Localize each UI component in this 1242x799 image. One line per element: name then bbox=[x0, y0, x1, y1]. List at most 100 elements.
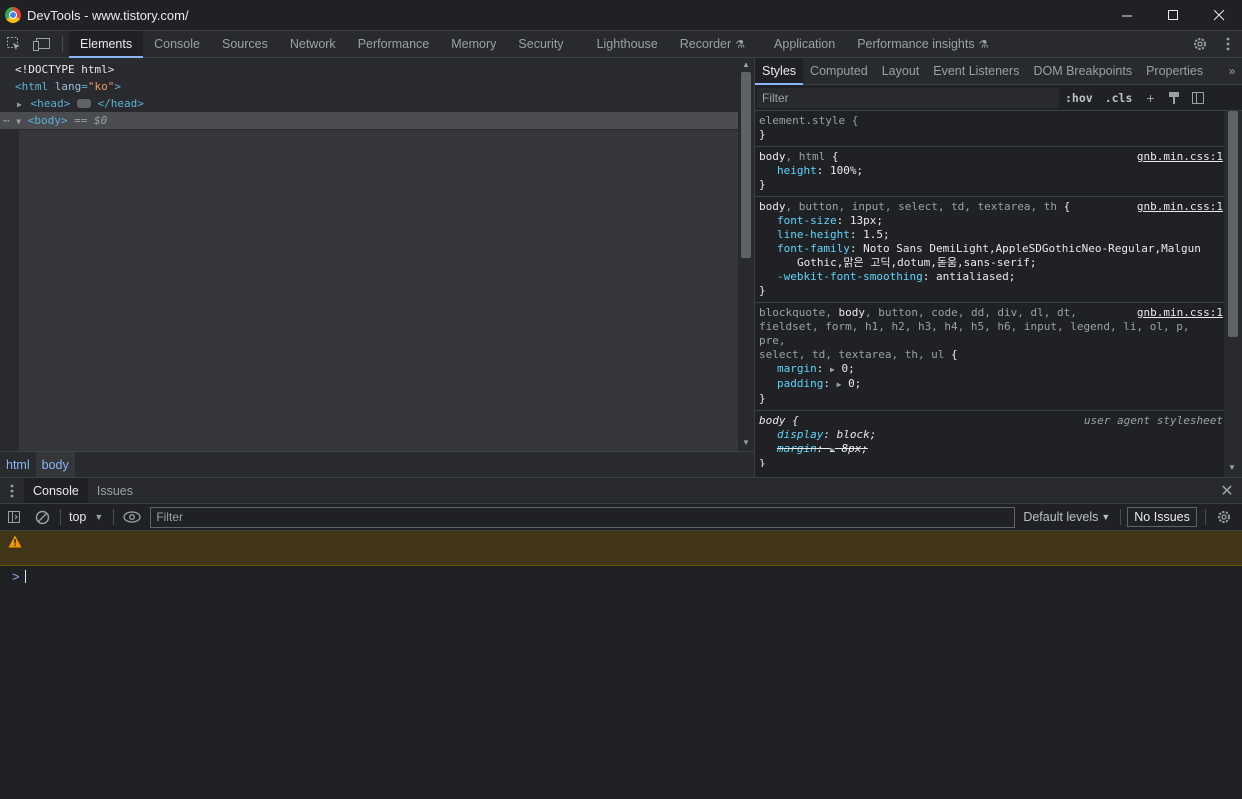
property-name[interactable]: line-height bbox=[777, 228, 850, 241]
new-style-rule-button[interactable]: + bbox=[1138, 90, 1162, 106]
context-selector[interactable]: top ▼ bbox=[65, 510, 109, 524]
more-dots-icon[interactable]: ⋯ bbox=[3, 114, 10, 127]
styles-scrollbar[interactable]: ▼ bbox=[1224, 111, 1242, 477]
hover-state-toggle[interactable]: :hov bbox=[1059, 91, 1099, 105]
styles-filter-input[interactable] bbox=[757, 87, 1059, 108]
drawer-menu-button[interactable] bbox=[0, 478, 24, 503]
rule-source-link[interactable]: gnb.min.css:1 bbox=[1137, 306, 1223, 320]
tab-styles[interactable]: Styles bbox=[755, 58, 804, 85]
scroll-down-icon[interactable]: ▼ bbox=[1228, 463, 1236, 472]
show-sidebar-button[interactable] bbox=[0, 510, 28, 524]
expand-shorthand-icon[interactable]: ▶ bbox=[837, 380, 842, 389]
expand-triangle-icon[interactable]: ▶ bbox=[17, 100, 22, 109]
breadcrumb-html[interactable]: html bbox=[0, 452, 36, 477]
collapsed-ellipsis-icon[interactable] bbox=[76, 98, 91, 108]
property-name[interactable]: margin bbox=[777, 442, 817, 455]
property-name[interactable]: margin bbox=[777, 362, 817, 375]
tab-network[interactable]: Network bbox=[279, 31, 347, 57]
dom-html-line[interactable]: <html lang="ko"> bbox=[0, 78, 738, 95]
css-property[interactable]: height: 100%; bbox=[759, 164, 1221, 178]
css-property[interactable]: display: block; bbox=[759, 428, 1221, 442]
css-property[interactable]: font-family: Noto Sans DemiLight,AppleSD… bbox=[759, 242, 1221, 256]
rule-source-link[interactable]: gnb.min.css:1 bbox=[1137, 200, 1223, 214]
computed-sidebar-toggle[interactable] bbox=[1186, 91, 1210, 105]
tab-memory[interactable]: Memory bbox=[440, 31, 507, 57]
property-name[interactable]: font-size bbox=[777, 214, 837, 227]
console-settings-button[interactable] bbox=[1210, 509, 1238, 525]
collapse-triangle-icon[interactable]: ▼ bbox=[16, 117, 21, 126]
console-input-area[interactable]: > bbox=[0, 566, 1242, 799]
console-warning-message[interactable] bbox=[0, 531, 1242, 566]
tab-performance-insights[interactable]: Performance insights ⚗ bbox=[846, 31, 999, 57]
close-window-button[interactable] bbox=[1196, 0, 1242, 31]
property-value[interactable]: 13px; bbox=[850, 214, 883, 227]
drawer-tab-issues[interactable]: Issues bbox=[88, 478, 142, 503]
device-toolbar-button[interactable] bbox=[28, 31, 56, 57]
console-filter-input[interactable] bbox=[150, 506, 1016, 528]
tab-security[interactable]: Security bbox=[507, 31, 585, 57]
tab-computed[interactable]: Computed bbox=[803, 58, 875, 84]
tab-application[interactable]: Application bbox=[756, 31, 846, 57]
tab-performance[interactable]: Performance bbox=[347, 31, 441, 57]
style-rule-user-agent[interactable]: user agent stylesheet body { display: bl… bbox=[755, 411, 1225, 467]
expand-shorthand-icon[interactable]: ▶ bbox=[830, 365, 835, 374]
scroll-up-icon[interactable]: ▲ bbox=[742, 60, 750, 69]
class-toggle[interactable]: .cls bbox=[1099, 91, 1139, 105]
live-expression-button[interactable] bbox=[118, 511, 146, 523]
tab-dom-breakpoints[interactable]: DOM Breakpoints bbox=[1026, 58, 1139, 84]
style-rule[interactable]: gnb.min.css:1 body, button, input, selec… bbox=[755, 197, 1225, 303]
css-property[interactable]: line-height: 1.5; bbox=[759, 228, 1221, 242]
dom-doctype-line[interactable]: <!DOCTYPE html> bbox=[0, 61, 738, 78]
issues-button[interactable]: No Issues bbox=[1127, 507, 1197, 527]
close-drawer-button[interactable]: ✕ bbox=[1212, 478, 1242, 503]
expand-shorthand-icon[interactable]: ▶ bbox=[830, 445, 835, 454]
scroll-down-icon[interactable]: ▼ bbox=[742, 438, 750, 447]
property-value[interactable]: Noto Sans DemiLight,AppleSDGothicNeo-Reg… bbox=[863, 242, 1201, 255]
property-value[interactable]: 1.5; bbox=[863, 228, 890, 241]
property-value[interactable]: block; bbox=[837, 428, 877, 441]
rule-source-link[interactable]: gnb.min.css:1 bbox=[1137, 150, 1223, 164]
css-property[interactable]: -webkit-font-smoothing: antialiased; bbox=[759, 270, 1221, 284]
css-property[interactable]: font-size: 13px; bbox=[759, 214, 1221, 228]
tab-layout[interactable]: Layout bbox=[875, 58, 927, 84]
tab-sources[interactable]: Sources bbox=[211, 31, 279, 57]
tab-properties[interactable]: Properties bbox=[1139, 58, 1210, 84]
dom-body-line[interactable]: ⋯ ▼ <body> == $0 bbox=[0, 112, 738, 129]
maximize-button[interactable] bbox=[1150, 0, 1196, 31]
log-levels-dropdown[interactable]: Default levels ▼ bbox=[1023, 510, 1110, 524]
tab-console[interactable]: Console bbox=[143, 31, 211, 57]
clear-console-button[interactable] bbox=[28, 510, 56, 525]
css-property[interactable]: padding: ▶ 0; bbox=[759, 377, 1221, 392]
property-name[interactable]: display bbox=[777, 428, 823, 441]
style-rule-element-style[interactable]: element.style { } bbox=[755, 111, 1225, 147]
property-name[interactable]: padding bbox=[777, 377, 823, 390]
css-property[interactable]: margin: ▶ 0; bbox=[759, 362, 1221, 377]
property-value[interactable]: 8px; bbox=[841, 442, 868, 455]
property-name[interactable]: height bbox=[777, 164, 817, 177]
customize-menu-button[interactable] bbox=[1214, 37, 1242, 51]
property-name[interactable]: -webkit-font-smoothing bbox=[777, 270, 923, 283]
property-name[interactable]: font-family bbox=[777, 242, 850, 255]
tab-lighthouse[interactable]: Lighthouse bbox=[586, 31, 669, 57]
property-value[interactable]: 100%; bbox=[830, 164, 863, 177]
more-tabs-button[interactable]: » bbox=[1222, 58, 1242, 84]
style-rule[interactable]: gnb.min.css:1 blockquote, body, button, … bbox=[755, 303, 1225, 411]
settings-button[interactable] bbox=[1186, 36, 1214, 52]
dom-tree-scrollbar[interactable]: ▲ ▼ bbox=[738, 58, 754, 451]
scrollbar-thumb[interactable] bbox=[1228, 111, 1238, 337]
tab-recorder[interactable]: Recorder ⚗ bbox=[669, 31, 756, 57]
toggle-element-state-button[interactable] bbox=[1162, 91, 1186, 105]
breadcrumb-body[interactable]: body bbox=[35, 452, 75, 477]
property-value[interactable]: 0; bbox=[841, 362, 854, 375]
property-value-wrapped[interactable]: Gothic,맑은 고딕,dotum,돋움,sans-serif; bbox=[759, 256, 1221, 270]
property-value[interactable]: 0; bbox=[848, 377, 861, 390]
scrollbar-thumb[interactable] bbox=[741, 72, 751, 258]
css-property-overridden[interactable]: margin: ▶ 8px; bbox=[759, 442, 1221, 457]
tab-event-listeners[interactable]: Event Listeners bbox=[926, 58, 1026, 84]
style-rule[interactable]: gnb.min.css:1 body, html { height: 100%;… bbox=[755, 147, 1225, 197]
minimize-button[interactable] bbox=[1104, 0, 1150, 31]
property-value[interactable]: antialiased; bbox=[936, 270, 1015, 283]
dom-head-line[interactable]: ▶ <head> </head> bbox=[0, 95, 738, 112]
inspect-element-button[interactable] bbox=[0, 31, 28, 57]
tab-elements[interactable]: Elements bbox=[69, 31, 144, 58]
